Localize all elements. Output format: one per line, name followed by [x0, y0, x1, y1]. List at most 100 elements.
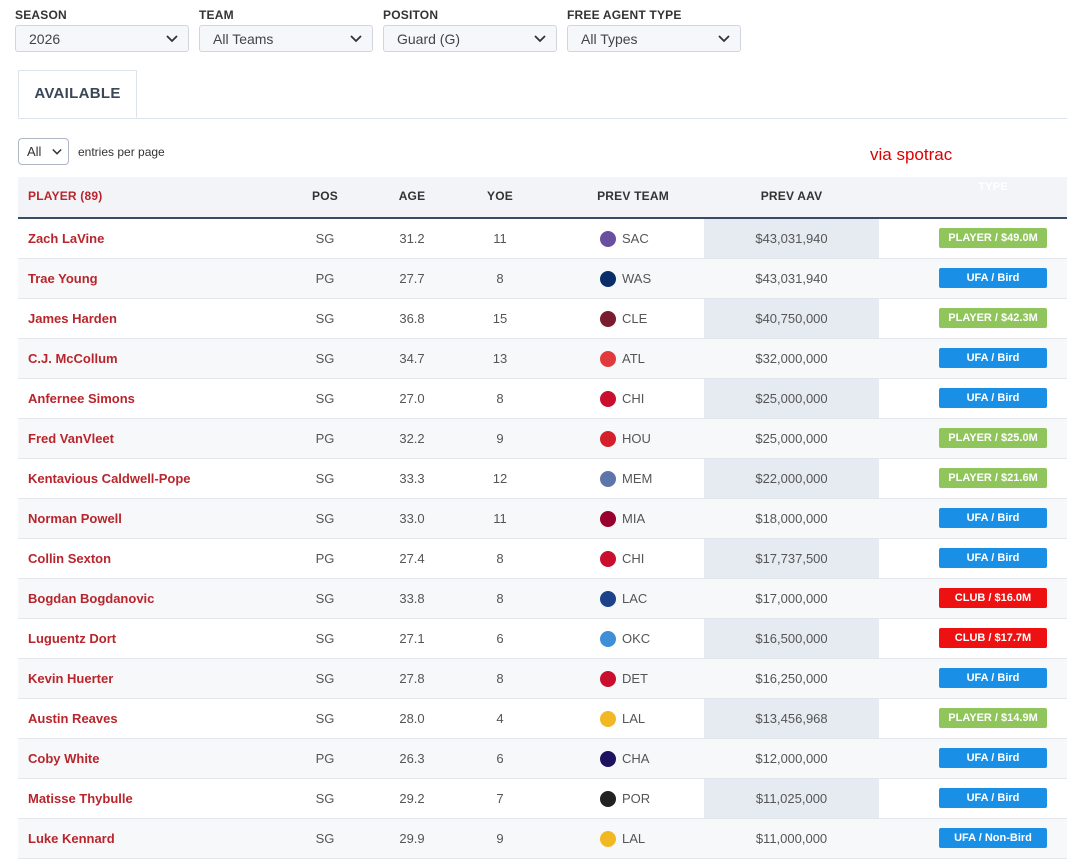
header-prev-aav[interactable]: PREV AAV	[704, 177, 879, 217]
fa-type-badge: UFA / Bird	[939, 788, 1047, 808]
chevron-down-icon	[350, 35, 362, 43]
fa-type-badge: PLAYER / $25.0M	[939, 428, 1047, 448]
chevron-down-icon	[534, 35, 546, 43]
prev-team-cell: MEM	[596, 459, 696, 498]
tab-available[interactable]: AVAILABLE	[18, 70, 137, 118]
entries-label: entries per page	[78, 145, 165, 159]
chevron-down-icon	[52, 148, 62, 155]
position-select[interactable]: Guard (G)	[383, 25, 557, 52]
age-cell: 27.1	[399, 631, 425, 646]
prev-aav-cell: $43,031,940	[755, 231, 828, 246]
age-cell: 33.0	[399, 511, 425, 526]
filter-bar: SEASON 2026 TEAM All Teams POSITON Guard…	[0, 0, 1067, 60]
pistons-logo-icon	[600, 671, 616, 687]
header-prev-team[interactable]: PREV TEAM	[583, 177, 683, 217]
season-filter: SEASON 2026	[15, 8, 189, 52]
fa-type-badge: PLAYER / $49.0M	[939, 228, 1047, 248]
entries-select[interactable]: All	[18, 138, 69, 165]
player-name-link[interactable]: Norman Powell	[28, 499, 122, 538]
player-name-link[interactable]: Kevin Huerter	[28, 659, 113, 698]
fa-type-badge: PLAYER / $14.9M	[939, 708, 1047, 728]
header-player[interactable]: PLAYER (89)	[28, 177, 102, 217]
age-cell: 27.4	[399, 551, 425, 566]
fa-type-badge: UFA / Bird	[939, 548, 1047, 568]
team-abbr: DET	[622, 671, 648, 686]
prev-team-cell: WAS	[596, 259, 696, 298]
yoe-cell: 15	[492, 311, 508, 326]
fa-type-badge: PLAYER / $42.3M	[939, 308, 1047, 328]
team-select-value: All Teams	[213, 31, 274, 47]
position-cell: SG	[315, 631, 335, 646]
table-body: Zach LaVine SG 31.2 11 SAC $43,031,940 PLAYER …	[18, 219, 1067, 859]
lakers-logo-icon	[600, 711, 616, 727]
player-name-link[interactable]: Luguentz Dort	[28, 619, 116, 658]
team-abbr: LAL	[622, 711, 646, 726]
prev-aav-cell: $32,000,000	[755, 351, 828, 366]
header-type[interactable]: TYPE	[933, 177, 1053, 197]
player-name-link[interactable]: Coby White	[28, 739, 100, 778]
fa-type-select[interactable]: All Types	[567, 25, 741, 52]
age-cell: 33.3	[399, 471, 425, 486]
player-name-link[interactable]: Austin Reaves	[28, 699, 118, 738]
player-name-link[interactable]: C.J. McCollum	[28, 339, 118, 378]
position-cell: PG	[315, 431, 335, 446]
season-select[interactable]: 2026	[15, 25, 189, 52]
cavaliers-logo-icon	[600, 311, 616, 327]
table-row: Kentavious Caldwell-Pope SG 33.3 12 MEM $22,0…	[18, 459, 1067, 499]
prev-aav-cell: $25,000,000	[755, 391, 828, 406]
age-cell: 31.2	[399, 231, 425, 246]
player-name-link[interactable]: Anfernee Simons	[28, 379, 135, 418]
player-name-link[interactable]: Kentavious Caldwell-Pope	[28, 459, 191, 498]
header-pos[interactable]: POS	[288, 177, 362, 217]
table-row: Norman Powell SG 33.0 11 MIA $18,000,000 UFA /…	[18, 499, 1067, 539]
age-cell: 29.2	[399, 791, 425, 806]
team-select[interactable]: All Teams	[199, 25, 373, 52]
prev-aav-cell: $17,000,000	[755, 591, 828, 606]
age-cell: 36.8	[399, 311, 425, 326]
position-filter-label: POSITON	[383, 8, 439, 22]
player-name-link[interactable]: Luke Kennard	[28, 819, 115, 858]
player-name-link[interactable]: Fred VanVleet	[28, 419, 114, 458]
prev-team-cell: HOU	[596, 419, 696, 458]
prev-team-cell: DET	[596, 659, 696, 698]
table-header: PLAYER (89) POS AGE YOE PREV TEAM PREV A…	[18, 177, 1067, 219]
player-name-link[interactable]: Collin Sexton	[28, 539, 111, 578]
hawks-logo-icon	[600, 351, 616, 367]
yoe-cell: 6	[496, 751, 504, 766]
table-row: Luke Kennard SG 29.9 9 LAL $11,000,000 UFA / N…	[18, 819, 1067, 859]
team-abbr: LAC	[622, 591, 648, 606]
blazers-logo-icon	[600, 791, 616, 807]
team-abbr: OKC	[622, 631, 651, 646]
chevron-down-icon	[166, 35, 178, 43]
age-cell: 29.9	[399, 831, 425, 846]
player-name-link[interactable]: Trae Young	[28, 259, 98, 298]
team-abbr: MEM	[622, 471, 653, 486]
position-cell: SG	[315, 511, 335, 526]
yoe-cell: 8	[496, 391, 504, 406]
prev-aav-cell: $11,025,000	[755, 791, 828, 806]
kings-logo-icon	[600, 231, 616, 247]
player-name-link[interactable]: Zach LaVine	[28, 219, 104, 258]
fa-type-badge: PLAYER / $21.6M	[939, 468, 1047, 488]
yoe-cell: 11	[493, 231, 507, 246]
fa-type-badge: CLUB / $16.0M	[939, 588, 1047, 608]
wizards-logo-icon	[600, 271, 616, 287]
yoe-cell: 4	[496, 711, 504, 726]
player-name-link[interactable]: Matisse Thybulle	[28, 779, 133, 818]
header-yoe[interactable]: YOE	[462, 177, 538, 217]
team-abbr: MIA	[622, 511, 646, 526]
header-age[interactable]: AGE	[374, 177, 450, 217]
prev-team-cell: LAC	[596, 579, 696, 618]
team-abbr: HOU	[622, 431, 651, 446]
watermark-text: via spotrac	[870, 145, 953, 164]
fa-type-badge: UFA / Non-Bird	[939, 828, 1047, 848]
bulls-logo-icon	[600, 551, 616, 567]
fa-type-badge: UFA / Bird	[939, 388, 1047, 408]
grizzlies-logo-icon	[600, 471, 616, 487]
player-name-link[interactable]: Bogdan Bogdanovic	[28, 579, 154, 618]
lakers-logo-icon	[600, 831, 616, 847]
prev-team-cell: ATL	[596, 339, 696, 378]
player-name-link[interactable]: James Harden	[28, 299, 117, 338]
team-abbr: LAL	[622, 831, 646, 846]
yoe-cell: 7	[496, 791, 504, 806]
